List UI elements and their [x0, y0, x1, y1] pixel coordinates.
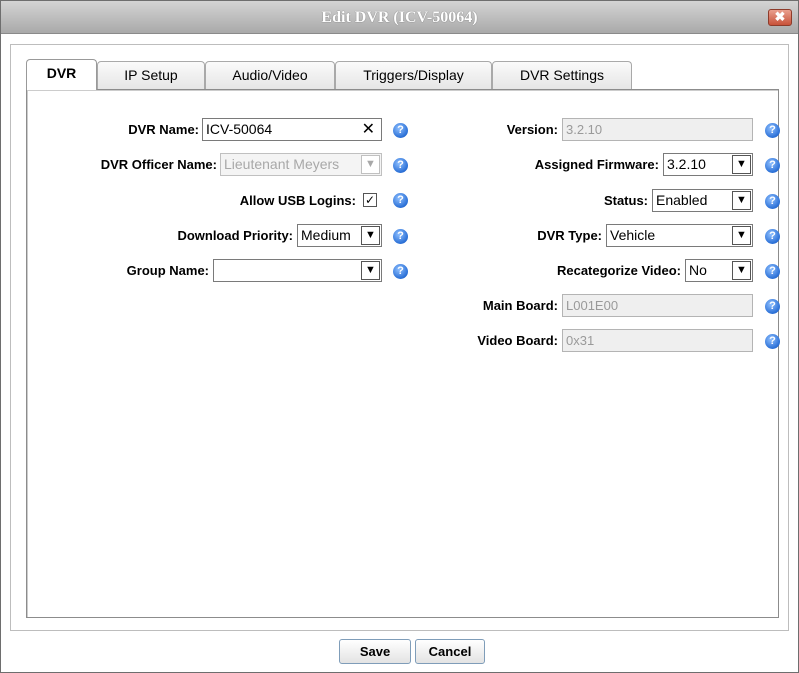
close-button[interactable]: ✖ [768, 9, 792, 26]
chevron-down-icon: ▼ [732, 155, 751, 174]
dialog-content: DVR IP Setup Audio/Video Triggers/Displa… [10, 44, 789, 631]
recategorize-video-label: Recategorize Video: [556, 263, 681, 278]
save-button[interactable]: Save [339, 639, 411, 664]
tab-dvr[interactable]: DVR [26, 59, 97, 90]
version-field: 3.2.10 [562, 118, 753, 141]
help-icon[interactable]: ? [765, 158, 780, 173]
main-board-value: L001E00 [566, 298, 619, 313]
video-board-value: 0x31 [566, 333, 595, 348]
dialog-title: Edit DVR (ICV-50064) [321, 9, 478, 26]
chevron-down-icon: ▼ [732, 191, 751, 210]
main-board-field: L001E00 [562, 294, 753, 317]
edit-dvr-dialog: Edit DVR (ICV-50064) ✖ DVR IP Setup Audi… [0, 0, 799, 673]
dvr-type-select[interactable]: Vehicle ▼ [606, 224, 753, 247]
dvr-tab-panel: DVR Name: ICV-50064 ✕ ? DVR Officer Name… [26, 89, 780, 618]
version-label: Version: [506, 122, 558, 137]
tab-ip-setup[interactable]: IP Setup [97, 61, 205, 89]
tab-triggers-display[interactable]: Triggers/Display [335, 61, 492, 89]
help-icon[interactable]: ? [765, 334, 780, 349]
help-icon[interactable]: ? [765, 123, 780, 138]
help-icon[interactable]: ? [765, 299, 780, 314]
help-icon[interactable]: ? [765, 194, 780, 209]
title-bar[interactable]: Edit DVR (ICV-50064) ✖ [1, 1, 798, 34]
recategorize-video-select[interactable]: No ▼ [685, 259, 753, 282]
dvr-type-value: Vehicle [610, 227, 656, 243]
assigned-firmware-select[interactable]: 3.2.10 ▼ [663, 153, 753, 176]
video-board-label: Video Board: [477, 333, 558, 348]
version-value: 3.2.10 [566, 122, 603, 137]
assigned-firmware-label: Assigned Firmware: [534, 157, 659, 172]
close-icon: ✖ [774, 9, 786, 24]
chevron-down-icon: ▼ [732, 226, 751, 245]
status-label: Status: [603, 193, 648, 208]
assigned-firmware-value: 3.2.10 [667, 156, 706, 172]
tab-audio-video[interactable]: Audio/Video [205, 61, 335, 89]
help-icon[interactable]: ? [765, 264, 780, 279]
cancel-button[interactable]: Cancel [415, 639, 485, 664]
main-board-label: Main Board: [482, 298, 558, 313]
status-value: Enabled [656, 192, 708, 208]
tab-dvr-settings[interactable]: DVR Settings [492, 61, 632, 89]
help-icon[interactable]: ? [765, 229, 780, 244]
dvr-type-label: DVR Type: [537, 228, 602, 243]
chevron-down-icon: ▼ [732, 261, 751, 280]
video-board-field: 0x31 [562, 329, 753, 352]
status-select[interactable]: Enabled ▼ [652, 189, 753, 212]
recategorize-video-value: No [689, 262, 707, 278]
